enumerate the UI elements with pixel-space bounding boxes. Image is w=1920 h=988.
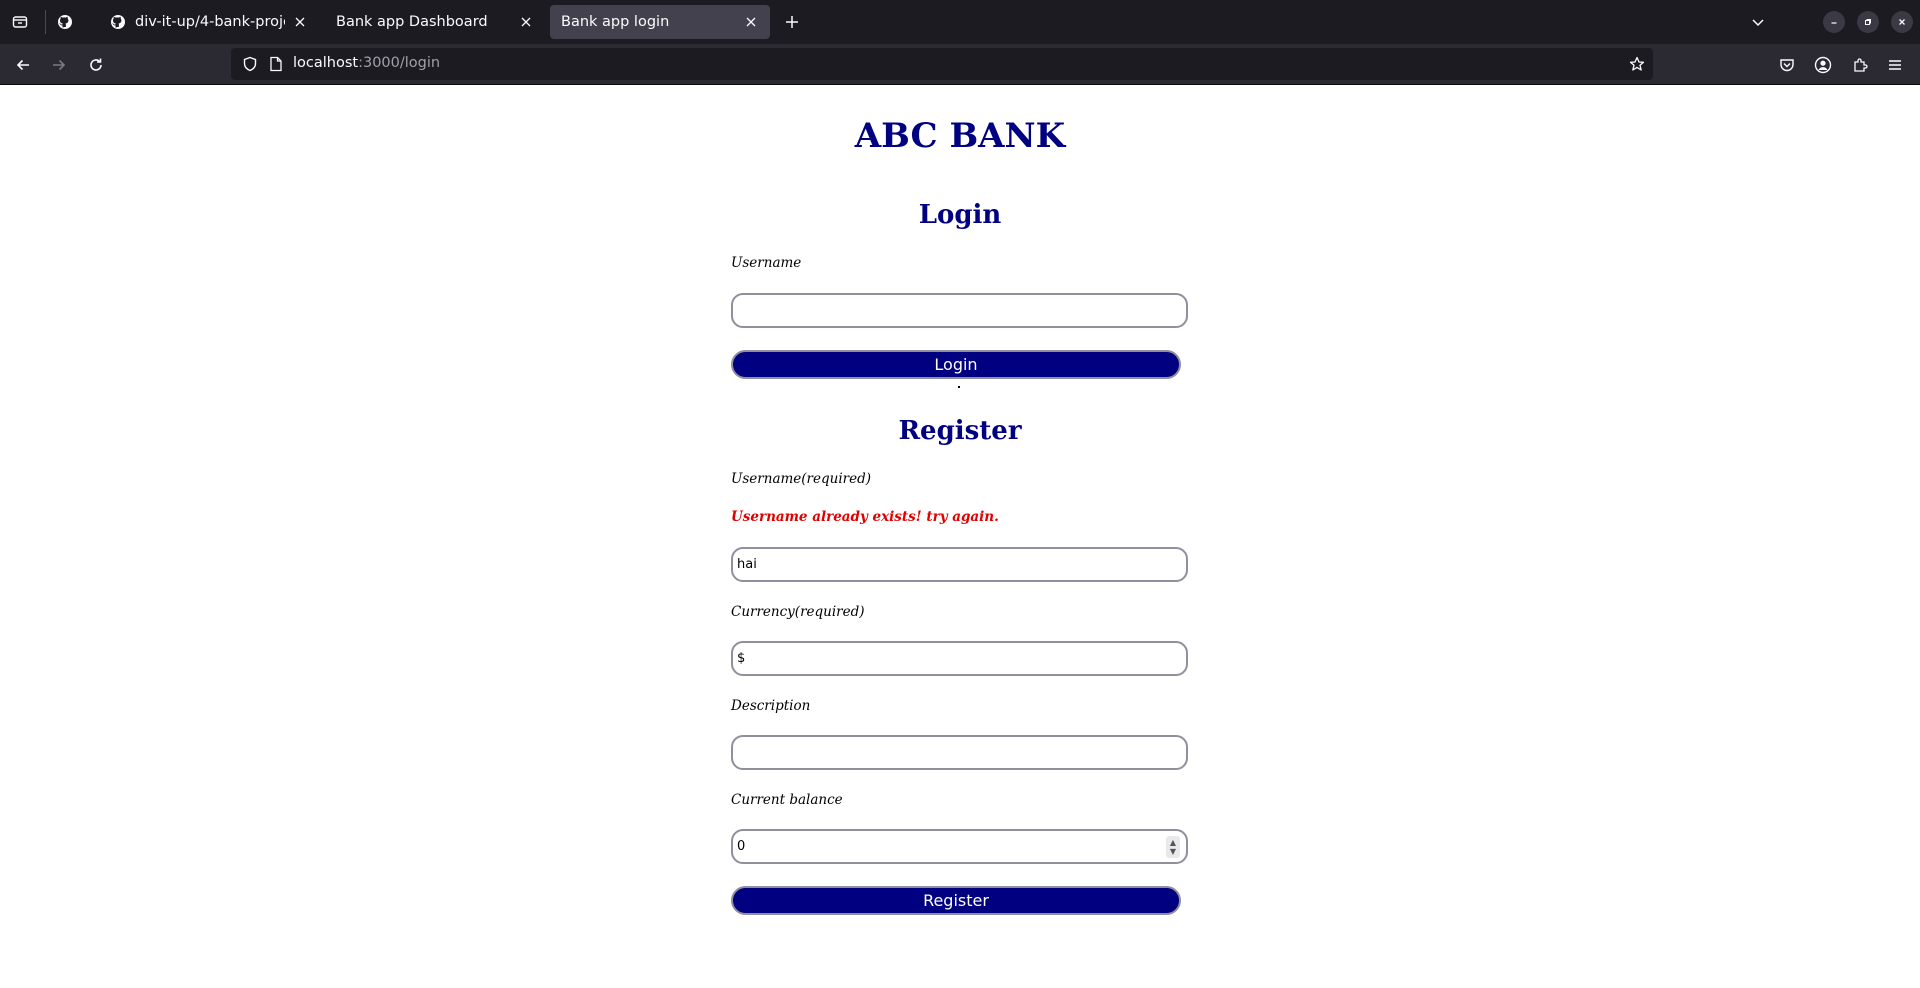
tab-bar: div-it-up/4-bank-project/ Bank app Dashb… <box>0 0 1920 44</box>
navigation-toolbar: localhost:3000/login <box>0 44 1920 85</box>
hamburger-menu-icon[interactable] <box>1880 50 1910 80</box>
github-icon <box>109 13 127 31</box>
register-username-input[interactable]: hai <box>731 547 1188 582</box>
close-icon[interactable] <box>517 13 535 31</box>
tab-title: Bank app login <box>561 14 670 30</box>
pocket-icon[interactable] <box>1772 50 1802 80</box>
currency-input[interactable]: $ <box>731 641 1188 676</box>
tab-bank-login[interactable]: Bank app login <box>550 5 770 39</box>
tab-separator <box>45 10 46 34</box>
balance-input[interactable]: 0 ▲ ▼ <box>731 829 1188 864</box>
currency-label: Currency(required) <box>731 604 865 620</box>
tab-title: div-it-up/4-bank-project/ <box>135 14 285 30</box>
tab-bank-dashboard[interactable]: Bank app Dashboard <box>325 5 545 39</box>
description-label: Description <box>731 698 811 714</box>
account-icon[interactable] <box>1808 50 1838 80</box>
login-heading: Login <box>918 200 1002 230</box>
close-window-icon[interactable] <box>1891 11 1913 33</box>
chevron-up-icon[interactable]: ▲ <box>1170 838 1176 847</box>
page-info-icon[interactable] <box>267 55 285 73</box>
number-spinner-icon[interactable]: ▲ ▼ <box>1166 836 1180 858</box>
extensions-puzzle-icon[interactable] <box>1845 50 1875 80</box>
register-button[interactable]: Register <box>731 886 1181 915</box>
register-heading: Register <box>898 416 1022 446</box>
description-input[interactable] <box>731 735 1188 770</box>
back-arrow-icon[interactable] <box>8 50 38 80</box>
address-bar[interactable]: localhost:3000/login <box>231 48 1653 80</box>
tab-title: Bank app Dashboard <box>336 14 488 30</box>
url-host: localhost <box>293 55 359 71</box>
login-username-label: Username <box>731 255 802 271</box>
reload-icon[interactable] <box>81 50 111 80</box>
tracking-protection-shield-icon[interactable] <box>241 55 259 73</box>
tab-github-repo[interactable]: div-it-up/4-bank-project/ <box>99 5 319 39</box>
page-content: ABC BANK Login Username Login Register U… <box>0 86 1920 988</box>
bookmark-star-icon[interactable] <box>1628 55 1646 73</box>
balance-label: Current balance <box>731 792 843 808</box>
balance-value: 0 <box>737 839 746 854</box>
forward-arrow-icon[interactable] <box>44 50 74 80</box>
chevron-down-icon[interactable]: ▼ <box>1170 847 1176 856</box>
dot-separator <box>958 386 960 388</box>
minimize-window-icon[interactable] <box>1823 11 1845 33</box>
list-all-tabs-chevron-down-icon[interactable] <box>1744 8 1772 36</box>
bank-title: ABC BANK <box>854 116 1066 156</box>
url-path: :3000/login <box>358 55 441 71</box>
login-button[interactable]: Login <box>731 350 1181 379</box>
github-pinned-tab-icon[interactable] <box>51 8 79 36</box>
new-tab-plus-icon[interactable] <box>778 8 806 36</box>
close-icon[interactable] <box>742 13 760 31</box>
register-error-message: Username already exists! try again. <box>731 509 999 525</box>
url-text[interactable]: localhost:3000/login <box>293 55 440 71</box>
restore-window-icon[interactable] <box>1857 11 1879 33</box>
register-username-label: Username(required) <box>731 471 871 487</box>
close-icon[interactable] <box>291 13 309 31</box>
login-username-input[interactable] <box>731 293 1188 328</box>
firefox-view-icon[interactable] <box>6 8 34 36</box>
